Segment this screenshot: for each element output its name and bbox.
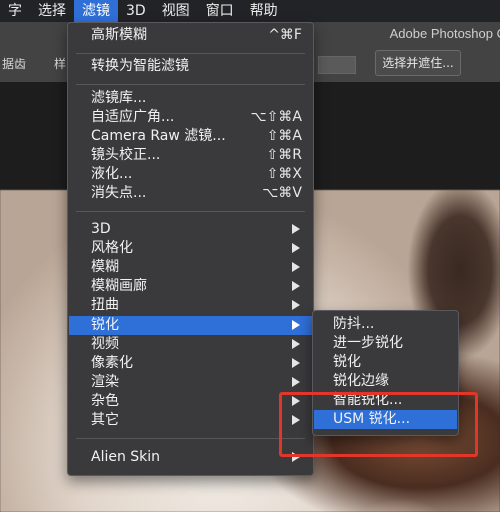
menu-item-shortcut: ⇧⌘A: [266, 128, 302, 144]
submenu-item-sharpen-more[interactable]: 进一步锐化: [314, 334, 457, 353]
menu-item-label: 自适应广角...: [91, 109, 175, 125]
menu-item-blur[interactable]: 模糊: [69, 258, 312, 277]
menu-item-camera-raw[interactable]: Camera Raw 滤镜... ⇧⌘A: [69, 127, 312, 146]
menu-item-label: 高斯模糊: [91, 27, 147, 43]
menu-item-label: 杂色: [91, 393, 119, 409]
menu-item-shortcut: ^⌘F: [268, 27, 302, 43]
menu-item-adaptive-wide-angle[interactable]: 自适应广角... ⌥⇧⌘A: [69, 108, 312, 127]
menu-item-lens-correction[interactable]: 镜头校正... ⇧⌘R: [69, 146, 312, 165]
menu-item-label: 模糊: [91, 259, 119, 275]
submenu-arrow-icon: [292, 281, 300, 291]
menu-item-noise[interactable]: 杂色: [69, 392, 312, 411]
menu-item-label: 风格化: [91, 240, 133, 256]
menu-item-label: 3D: [91, 221, 111, 237]
menubar-item-help[interactable]: 帮助: [242, 0, 286, 22]
submenu-arrow-icon: [292, 262, 300, 272]
submenu-item-sharpen-edges[interactable]: 锐化边缘: [314, 372, 457, 391]
menu-item-label: 其它: [91, 412, 119, 428]
menu-item-sharpen[interactable]: 锐化: [69, 316, 312, 335]
submenu-arrow-icon: [292, 358, 300, 368]
submenu-arrow-icon: [292, 243, 300, 253]
menu-item-video[interactable]: 视频: [69, 335, 312, 354]
menu-item-label: 像素化: [91, 355, 133, 371]
menu-item-filter-gallery[interactable]: 滤镜库...: [69, 89, 312, 108]
menu-item-label: Alien Skin: [91, 449, 161, 465]
menu-item-stylize[interactable]: 风格化: [69, 239, 312, 258]
menu-item-shortcut: ⌥⌘V: [262, 185, 302, 201]
annotation-highlight-box: [279, 392, 478, 457]
menu-item-vanishing-point[interactable]: 消失点... ⌥⌘V: [69, 184, 312, 203]
menu-item-label: Camera Raw 滤镜...: [91, 128, 226, 144]
options-field[interactable]: [318, 56, 356, 74]
submenu-arrow-icon: [292, 339, 300, 349]
submenu-arrow-icon: [292, 300, 300, 310]
menu-separator: [76, 438, 305, 439]
menu-item-blur-gallery[interactable]: 模糊画廊: [69, 277, 312, 296]
menu-bar: 字 选择 滤镜 3D 视图 窗口 帮助: [0, 0, 500, 22]
menu-item-3d[interactable]: 3D: [69, 220, 312, 239]
menu-item-shortcut: ⇧⌘R: [266, 147, 302, 163]
menubar-item-type[interactable]: 字: [0, 0, 30, 22]
menu-item-shortcut: ⌥⇧⌘A: [250, 109, 302, 125]
app-title: Adobe Photoshop C: [389, 26, 500, 41]
menu-item-label: 液化...: [91, 166, 133, 182]
menu-item-label: 渲染: [91, 374, 119, 390]
menubar-item-window[interactable]: 窗口: [198, 0, 242, 22]
menubar-item-select[interactable]: 选择: [30, 0, 74, 22]
menu-item-convert-smart-filter[interactable]: 转换为智能滤镜: [69, 57, 312, 76]
menubar-item-filter[interactable]: 滤镜: [74, 0, 118, 22]
menu-item-gaussian-blur[interactable]: 高斯模糊 ^⌘F: [69, 26, 312, 45]
menu-item-label: 滤镜库...: [91, 90, 147, 106]
menu-item-label: 模糊画廊: [91, 278, 147, 294]
menu-item-label: 锐化: [91, 317, 119, 333]
submenu-arrow-icon: [292, 224, 300, 234]
submenu-item-shake-reduction[interactable]: 防抖...: [314, 315, 457, 334]
select-and-mask-button[interactable]: 选择并遮住...: [375, 50, 461, 76]
menu-separator: [76, 211, 305, 212]
menu-item-label: 消失点...: [91, 185, 147, 201]
menubar-item-3d[interactable]: 3D: [118, 0, 154, 22]
menu-item-pixelate[interactable]: 像素化: [69, 354, 312, 373]
menu-item-distort[interactable]: 扭曲: [69, 296, 312, 315]
options-label-second: 样: [54, 57, 67, 71]
filter-menu: 高斯模糊 ^⌘F 转换为智能滤镜 滤镜库... 自适应广角... ⌥⇧⌘A Ca…: [67, 22, 314, 476]
submenu-arrow-icon: [292, 320, 300, 330]
submenu-item-sharpen[interactable]: 锐化: [314, 353, 457, 372]
menu-item-alien-skin[interactable]: Alien Skin: [69, 448, 312, 467]
menu-item-label: 视频: [91, 336, 119, 352]
menu-item-other[interactable]: 其它: [69, 411, 312, 430]
menu-item-label: 扭曲: [91, 297, 119, 313]
menu-separator: [76, 84, 305, 85]
menubar-item-view[interactable]: 视图: [154, 0, 198, 22]
menu-item-liquify[interactable]: 液化... ⇧⌘X: [69, 165, 312, 184]
submenu-item-label: 防抖...: [333, 316, 375, 332]
submenu-arrow-icon: [292, 377, 300, 387]
submenu-item-label: 锐化边缘: [333, 373, 389, 389]
submenu-item-label: 锐化: [333, 354, 361, 370]
menu-item-render[interactable]: 渲染: [69, 373, 312, 392]
menu-separator: [76, 53, 305, 54]
submenu-item-label: 进一步锐化: [333, 335, 403, 351]
menu-item-shortcut: ⇧⌘X: [266, 166, 302, 182]
menu-item-label: 镜头校正...: [91, 147, 161, 163]
menu-item-label: 转换为智能滤镜: [91, 58, 189, 74]
options-label-left: 据齿: [2, 57, 27, 71]
